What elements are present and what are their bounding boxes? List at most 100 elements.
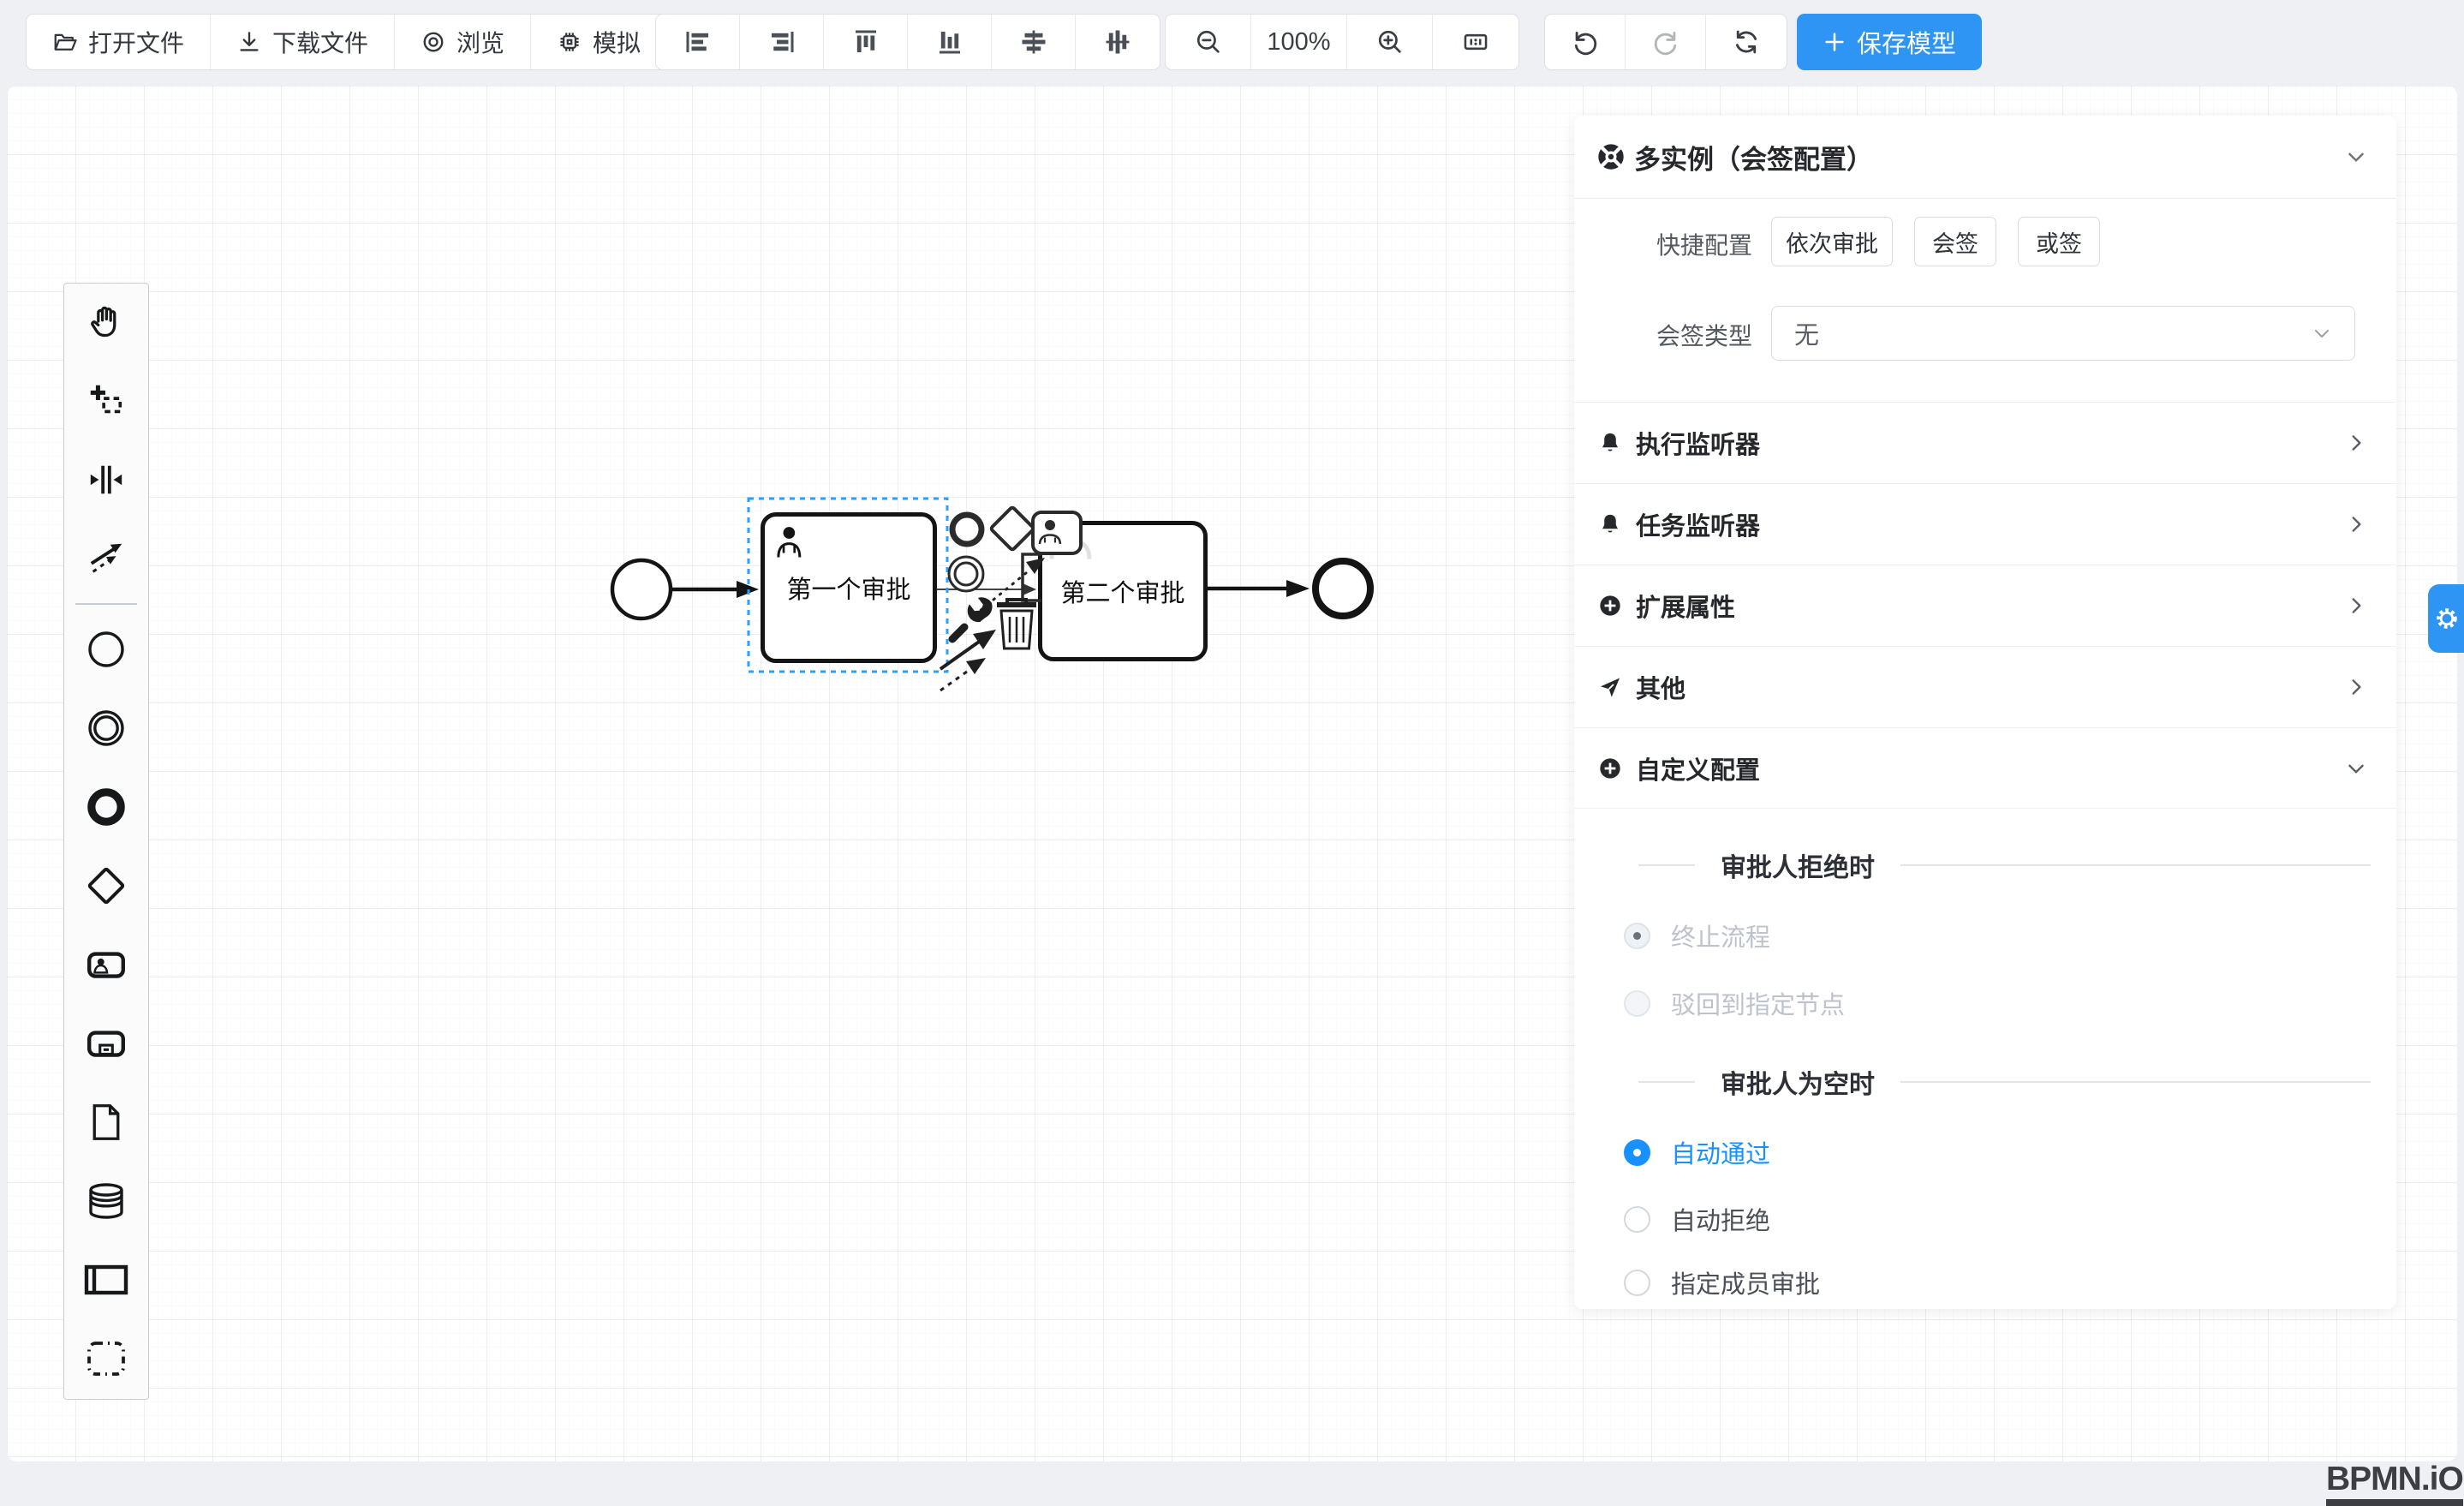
- radio-button[interactable]: [1624, 1270, 1650, 1296]
- zoom-out-button[interactable]: [1166, 15, 1251, 69]
- group-icon: [86, 1340, 127, 1378]
- palette-start-event[interactable]: [84, 627, 128, 672]
- redo-button[interactable]: [1626, 15, 1706, 69]
- group-title: 审批人拒绝时: [1721, 846, 1875, 884]
- quick-option-orsign[interactable]: 或签: [2018, 217, 2100, 266]
- save-model-label: 保存模型: [1857, 24, 1956, 60]
- task-second-approval[interactable]: 第二个审批: [1038, 521, 1208, 661]
- zoom-reset-button[interactable]: [1433, 15, 1518, 69]
- restart-icon: [1732, 27, 1761, 57]
- radio-button[interactable]: [1624, 990, 1650, 1017]
- bell-icon: [1598, 431, 1622, 455]
- divider-line: [1638, 1081, 1695, 1083]
- connect-preview-line: [975, 569, 1031, 615]
- start-event-icon: [86, 629, 127, 670]
- align-top-button[interactable]: [824, 15, 908, 69]
- zoom-in-button[interactable]: [1347, 15, 1433, 69]
- delete-trash-icon: [997, 600, 1036, 648]
- radio-auto-reject[interactable]: 自动拒绝: [1624, 1200, 1770, 1238]
- align-left-button[interactable]: [656, 15, 740, 69]
- divider-line: [1900, 1081, 2371, 1083]
- one-to-one-icon: [1461, 27, 1490, 57]
- append-end-event-icon: [952, 515, 981, 544]
- zoom-button-group: 100%: [1165, 14, 1519, 70]
- radio-terminate-process[interactable]: 终止流程: [1624, 917, 1770, 954]
- global-connect-tool[interactable]: [84, 536, 128, 581]
- radio-assign-member[interactable]: 指定成员审批: [1624, 1264, 1820, 1301]
- gateway-icon: [85, 864, 128, 907]
- align-right-icon: [767, 27, 797, 57]
- align-center-vertical-button[interactable]: [1076, 15, 1160, 69]
- palette-end-event[interactable]: [84, 785, 128, 829]
- section-label: 其他: [1636, 669, 2331, 705]
- align-right-button[interactable]: [740, 15, 824, 69]
- intermediate-event-icon: [86, 708, 127, 749]
- quick-config-label: 快捷配置: [1574, 227, 1752, 261]
- align-bottom-button[interactable]: [908, 15, 992, 69]
- plus-circle-icon: [1598, 756, 1622, 780]
- palette-data-store[interactable]: [84, 1179, 128, 1223]
- palette-data-object[interactable]: [84, 1100, 128, 1144]
- zoom-out-icon: [1194, 27, 1223, 57]
- bpmn-io-logo[interactable]: BPMN.iO: [2326, 1461, 2463, 1506]
- radio-button[interactable]: [1624, 923, 1650, 949]
- sign-type-select[interactable]: 无: [1771, 306, 2355, 361]
- properties-panel: 多实例（会签配置） 快捷配置 依次审批 会签 或签 会签类型 无 执行监听器 任…: [1574, 116, 2396, 1309]
- section-label: 执行监听器: [1636, 425, 2331, 461]
- settings-tab[interactable]: [2428, 584, 2464, 653]
- quick-option-countersign[interactable]: 会签: [1914, 217, 1996, 266]
- radio-button[interactable]: [1624, 1139, 1650, 1166]
- panel-header[interactable]: 多实例（会签配置）: [1574, 116, 2396, 199]
- section-extended-properties[interactable]: 扩展属性: [1574, 565, 2396, 646]
- restart-button[interactable]: [1706, 15, 1787, 69]
- preview-icon: [421, 29, 446, 55]
- simulate-button[interactable]: 模拟: [531, 15, 666, 69]
- download-file-button[interactable]: 下载文件: [211, 15, 395, 69]
- palette-user-task[interactable]: [84, 942, 128, 987]
- redo-icon: [1651, 27, 1680, 57]
- palette-subprocess[interactable]: [84, 1021, 128, 1066]
- align-center-vertical-icon: [1102, 27, 1133, 57]
- palette-intermediate-event[interactable]: [84, 706, 128, 750]
- align-center-horizontal-button[interactable]: [992, 15, 1076, 69]
- align-center-horizontal-icon: [1018, 27, 1049, 57]
- align-left-icon: [683, 27, 713, 57]
- end-event-icon: [86, 786, 127, 828]
- append-gateway-icon: [991, 507, 1035, 551]
- quick-option-sequential[interactable]: 依次审批: [1771, 217, 1893, 266]
- task-first-approval[interactable]: 第一个审批: [761, 512, 937, 663]
- align-button-group: [655, 14, 1160, 70]
- palette-divider: [75, 603, 137, 605]
- toolbar: 打开文件 下载文件 浏览 模拟: [0, 0, 2464, 86]
- section-execution-listener[interactable]: 执行监听器: [1574, 402, 2396, 483]
- append-intermediate-event-icon: [949, 557, 983, 591]
- radio-return-to-node[interactable]: 驳回到指定节点: [1624, 984, 1845, 1022]
- section-label: 任务监听器: [1636, 506, 2331, 542]
- chevron-down-icon[interactable]: [2345, 146, 2367, 168]
- align-bottom-icon: [934, 27, 965, 57]
- palette-participant[interactable]: [84, 1258, 128, 1302]
- connect-tool-icon: [940, 630, 996, 690]
- save-model-button[interactable]: 保存模型: [1797, 14, 1982, 70]
- open-file-button[interactable]: 打开文件: [27, 15, 211, 69]
- change-type-wrench-icon: [966, 595, 993, 624]
- radio-label: 驳回到指定节点: [1671, 985, 1845, 1021]
- palette-group[interactable]: [84, 1336, 128, 1381]
- radio-label: 自动通过: [1671, 1134, 1770, 1170]
- start-event-shape: [612, 560, 671, 619]
- undo-button[interactable]: [1545, 15, 1626, 69]
- palette-gateway[interactable]: [84, 864, 128, 908]
- lasso-tool[interactable]: [84, 379, 128, 423]
- radio-auto-pass[interactable]: 自动通过: [1624, 1133, 1770, 1171]
- preview-button[interactable]: 浏览: [395, 15, 531, 69]
- open-file-label: 打开文件: [88, 25, 184, 59]
- section-custom-config[interactable]: 自定义配置: [1574, 727, 2396, 809]
- hand-tool[interactable]: [84, 300, 128, 344]
- space-tool[interactable]: [84, 457, 128, 502]
- section-other[interactable]: 其他: [1574, 646, 2396, 727]
- radio-label: 终止流程: [1671, 917, 1770, 953]
- bell-icon: [1598, 512, 1622, 536]
- radio-button[interactable]: [1624, 1206, 1650, 1233]
- section-task-listener[interactable]: 任务监听器: [1574, 483, 2396, 565]
- zoom-level[interactable]: 100%: [1251, 15, 1347, 69]
